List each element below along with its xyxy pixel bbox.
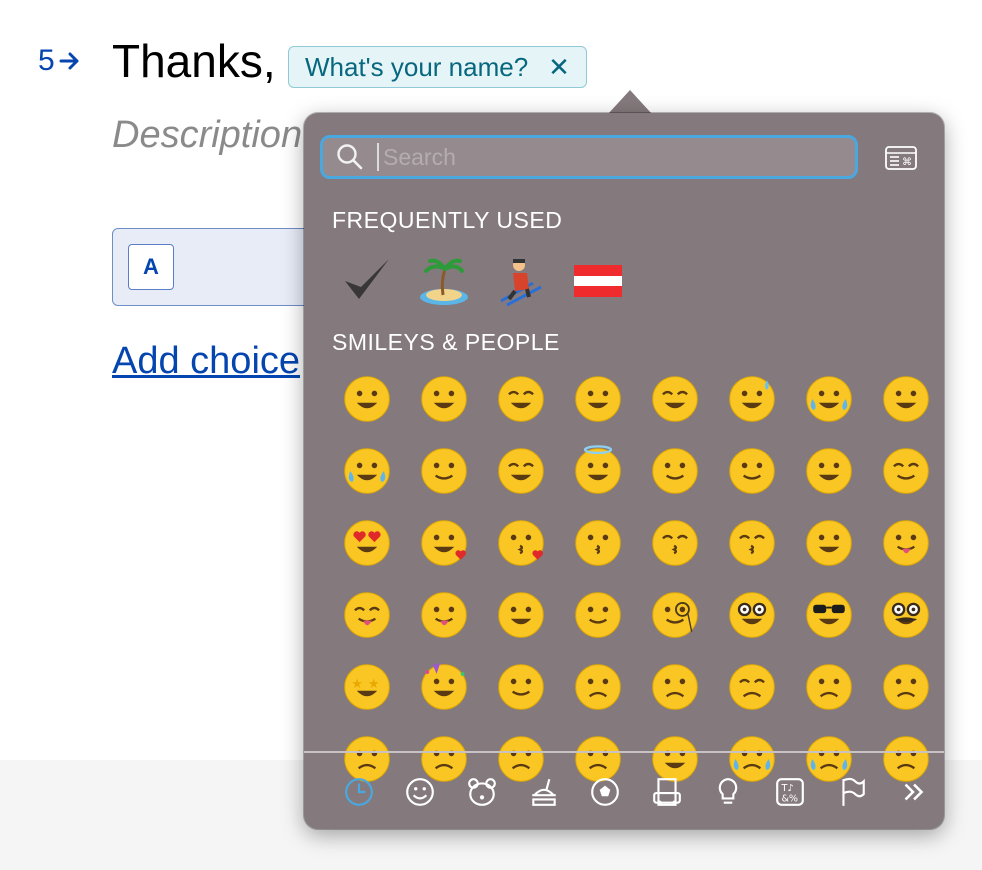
emoji-austria-flag[interactable] [559, 245, 636, 317]
emoji-picker: ⌘ FREQUENTLY USED SMILEYS & PEOPLE ★★ T♪… [304, 113, 944, 829]
svg-text:⌘: ⌘ [902, 157, 912, 168]
emoji-smiling-face-heart-eyes[interactable] [328, 507, 405, 579]
emoji-face-with-monocle[interactable] [636, 579, 713, 651]
remove-recall-button[interactable]: ✕ [548, 54, 570, 80]
food-category-icon[interactable] [513, 767, 575, 817]
emoji-star-struck[interactable]: ★ ★ [328, 651, 405, 723]
emoji-upside-down-face[interactable] [713, 435, 790, 507]
emoji-smiling-face-smiling-eyes[interactable] [482, 435, 559, 507]
picker-pointer [608, 90, 652, 114]
frequently-used-heading: FREQUENTLY USED [332, 207, 563, 233]
frequently-used-row [328, 245, 636, 317]
emoji-grinning-squinting-face[interactable] [636, 363, 713, 435]
emoji-partying-face[interactable] [405, 651, 482, 723]
emoji-disappointed-face[interactable] [636, 651, 713, 723]
emoji-kissing-face-smiling-eyes[interactable] [636, 507, 713, 579]
emoji-pensive-face[interactable] [713, 651, 790, 723]
choice-key-badge: A [128, 244, 174, 290]
svg-text:★: ★ [367, 676, 379, 691]
add-choice-link[interactable]: Add choice [112, 340, 300, 383]
emoji-rolling-on-floor-laughing[interactable] [867, 363, 944, 435]
emoji-disguised-face[interactable] [867, 579, 944, 651]
svg-text:&%: &% [781, 794, 798, 805]
question-number: 5 [38, 44, 81, 78]
emoji-grinning-face[interactable] [328, 363, 405, 435]
recall-variable-label: What's your name? [305, 51, 529, 82]
emoji-face-blowing-kiss[interactable] [482, 507, 559, 579]
emoji-face-savoring-food[interactable] [790, 507, 867, 579]
emoji-smirking-face[interactable] [482, 651, 559, 723]
emoji-slightly-smiling-face[interactable] [636, 435, 713, 507]
smileys-category-icon[interactable] [390, 767, 452, 817]
emoji-heavy-check-mark[interactable] [328, 245, 405, 317]
picker-divider [304, 751, 944, 753]
activity-category-icon[interactable] [574, 767, 636, 817]
question-number-text: 5 [38, 44, 55, 77]
recent-category-icon[interactable] [328, 767, 390, 817]
emoji-nerd-face[interactable] [713, 579, 790, 651]
emoji-relieved-face[interactable] [867, 435, 944, 507]
emoji-face-holding-back-tears[interactable] [328, 435, 405, 507]
emoji-search-input[interactable] [381, 142, 825, 172]
emoji-face-raised-eyebrow[interactable] [559, 579, 636, 651]
emoji-smiling-face[interactable] [405, 435, 482, 507]
smileys-heading: SMILEYS & PEOPLE [332, 329, 560, 355]
emoji-face-tears-of-joy[interactable] [790, 363, 867, 435]
search-icon [337, 144, 363, 170]
character-viewer-icon[interactable]: ⌘ [885, 146, 917, 170]
animals-category-icon[interactable] [451, 767, 513, 817]
emoji-smiling-face-sunglasses[interactable] [790, 579, 867, 651]
emoji-beaming-face[interactable] [559, 363, 636, 435]
emoji-grinning-face-sweat[interactable] [713, 363, 790, 435]
more-categories-icon[interactable] [882, 767, 944, 817]
emoji-face-with-tongue[interactable] [867, 507, 944, 579]
symbols-category-icon[interactable]: T♪ &% [759, 767, 821, 817]
emoji-confused-face[interactable] [867, 651, 944, 723]
emoji-kissing-face[interactable] [559, 507, 636, 579]
smileys-grid: ★ ★ [328, 363, 944, 795]
objects-category-icon[interactable] [698, 767, 760, 817]
description-field[interactable]: Description [112, 114, 302, 157]
emoji-search-box[interactable] [320, 135, 858, 179]
travel-category-icon[interactable] [636, 767, 698, 817]
emoji-winking-face-tongue[interactable] [405, 579, 482, 651]
emoji-worried-face[interactable] [790, 651, 867, 723]
category-bar: T♪ &% [328, 767, 944, 817]
emoji-grinning-face-big-eyes[interactable] [405, 363, 482, 435]
question-title[interactable]: Thanks, [112, 34, 276, 88]
emoji-squinting-face-tongue[interactable] [328, 579, 405, 651]
text-caret [377, 143, 379, 171]
flags-category-icon[interactable] [821, 767, 883, 817]
arrow-right-icon [59, 52, 79, 70]
emoji-unamused-face[interactable] [559, 651, 636, 723]
svg-text:★: ★ [351, 676, 363, 691]
emoji-winking-face[interactable] [790, 435, 867, 507]
svg-text:T♪: T♪ [780, 783, 793, 794]
emoji-smiling-face-hearts[interactable] [405, 507, 482, 579]
emoji-kissing-face-closed-eyes[interactable] [713, 507, 790, 579]
emoji-grinning-face-smiling-eyes[interactable] [482, 363, 559, 435]
emoji-desert-island[interactable] [405, 245, 482, 317]
emoji-skier[interactable] [482, 245, 559, 317]
emoji-smiling-face-halo[interactable] [559, 435, 636, 507]
emoji-zany-face[interactable] [482, 579, 559, 651]
recall-variable-chip[interactable]: What's your name? ✕ [288, 46, 587, 88]
